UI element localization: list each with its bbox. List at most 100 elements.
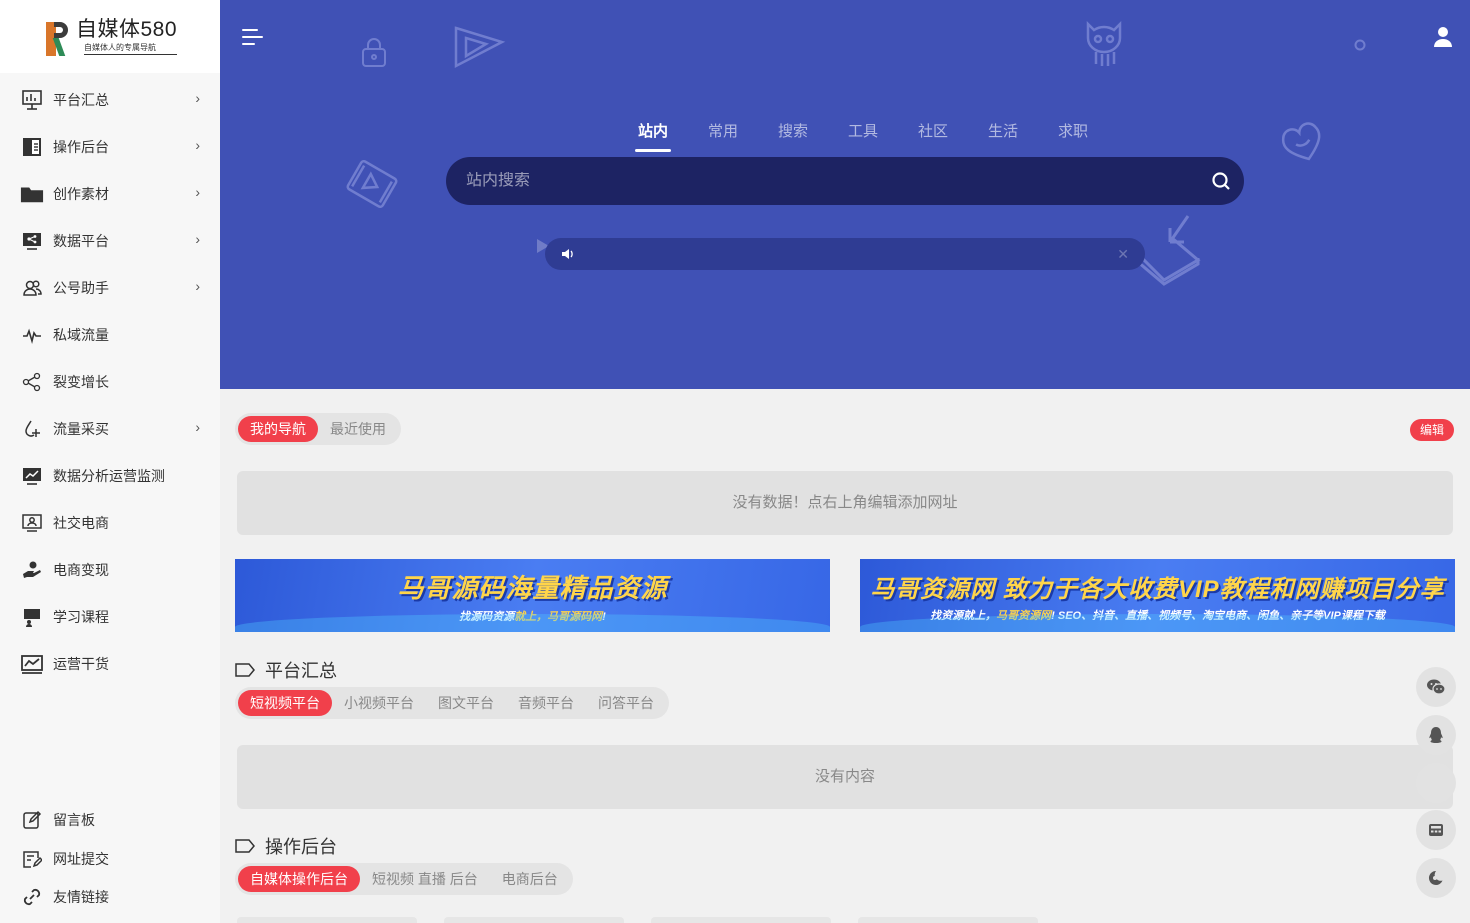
sidebar-item-viral-growth[interactable]: 裂变增长 [0, 358, 220, 405]
sidebar-item-submit-url[interactable]: 网址提交 [0, 840, 220, 879]
sidebar-item-admin[interactable]: 操作后台 › [0, 123, 220, 170]
sidebar-item-data-platform[interactable]: 数据平台 › [0, 217, 220, 264]
monitor-user-icon [20, 511, 44, 535]
qq-icon[interactable] [1416, 715, 1456, 755]
logo-title: 自媒体580 [76, 18, 178, 41]
site-logo[interactable]: 自媒体580 自媒体人的专属导航 [0, 0, 220, 73]
film-deco-icon [346, 159, 398, 209]
site-card[interactable] [651, 917, 831, 923]
menu-toggle-icon[interactable] [242, 28, 264, 46]
section-platform-summary: 平台汇总 [235, 657, 337, 683]
sidebar-item-label: 学习课程 [53, 608, 109, 625]
circle-deco-icon [1354, 39, 1366, 51]
folder-icon [20, 182, 44, 206]
section-title-text: 平台汇总 [265, 661, 337, 681]
tab-recent[interactable]: 最近使用 [318, 416, 398, 442]
sidebar-item-ecommerce-monetize[interactable]: 电商变现 [0, 546, 220, 593]
tab-community[interactable]: 社区 [898, 120, 968, 152]
sidebar-item-wechat-helper[interactable]: 公号助手 › [0, 264, 220, 311]
sidebar-item-label: 创作素材 [53, 185, 109, 202]
edit-button[interactable]: 编辑 [1409, 419, 1454, 441]
calculator-icon[interactable] [1416, 810, 1456, 850]
pulse-icon [20, 323, 44, 347]
logo-mark-icon [44, 18, 70, 56]
section-admin-backend: 操作后台 [235, 833, 337, 859]
close-icon[interactable]: ✕ [1117, 246, 1129, 263]
sidebar-item-label: 友情链接 [53, 889, 109, 906]
tab-audio[interactable]: 音频平台 [506, 690, 586, 716]
link-icon [20, 885, 44, 909]
sidebar-item-friend-links[interactable]: 友情链接 [0, 878, 220, 917]
platform-summary-tabs: 短视频平台 小视频平台 图文平台 音频平台 问答平台 [235, 687, 669, 719]
search-icon[interactable] [1198, 158, 1244, 204]
tab-mini-video[interactable]: 小视频平台 [332, 690, 426, 716]
tab-life[interactable]: 生活 [968, 120, 1038, 152]
ad-banner-resources[interactable]: 马哥资源网 致力于各大收费VIP教程和网赚项目分享 找资源就上，马哥资源网! S… [860, 559, 1455, 632]
tab-common[interactable]: 常用 [688, 120, 758, 152]
form-icon [20, 847, 44, 871]
banner-title: 马哥源码海量精品资源 [397, 572, 668, 603]
site-card[interactable] [858, 917, 1038, 923]
chevron-right-icon: › [195, 184, 200, 200]
search-category-tabs: 站内 常用 搜索 工具 社区 生活 求职 [618, 120, 1108, 152]
chevron-right-icon: › [195, 419, 200, 435]
chevron-right-icon: › [195, 137, 200, 153]
edit-icon [20, 808, 44, 832]
tab-my-nav[interactable]: 我的导航 [238, 416, 318, 442]
sidebar-item-social-ecommerce[interactable]: 社交电商 [0, 499, 220, 546]
tab-short-video[interactable]: 短视频平台 [238, 690, 332, 716]
book-icon [20, 135, 44, 159]
tab-media-backend[interactable]: 自媒体操作后台 [238, 866, 360, 892]
ad-banner-source-code[interactable]: 马哥源码海量精品资源 找源码资源就上，马哥源码网! [235, 559, 830, 632]
chevron-right-icon: › [195, 231, 200, 247]
user-icon[interactable] [1432, 25, 1454, 49]
tab-tools[interactable]: 工具 [828, 120, 898, 152]
tab-article[interactable]: 图文平台 [426, 690, 506, 716]
tab-jobs[interactable]: 求职 [1038, 120, 1108, 152]
sidebar-item-label: 网址提交 [53, 850, 109, 867]
scroll-top-icon[interactable] [1416, 763, 1456, 803]
tag-icon [235, 663, 255, 677]
sidebar-item-traffic-buy[interactable]: 流量采买 › [0, 405, 220, 452]
site-card[interactable] [444, 917, 624, 923]
notice-bar: ✕ [545, 238, 1145, 270]
sidebar-item-platform-summary[interactable]: 平台汇总 › [0, 76, 220, 123]
sidebar-item-guestbook[interactable]: 留言板 [0, 801, 220, 840]
line-chart-icon [20, 464, 44, 488]
sidebar-item-courses[interactable]: 学习课程 [0, 593, 220, 640]
search-input[interactable] [446, 172, 1198, 190]
sidebar-item-label: 操作后台 [53, 138, 109, 155]
sidebar-item-private-traffic[interactable]: 私域流量 [0, 311, 220, 358]
sidebar-bottom-menu: 留言板 网址提交 友情链接 [0, 801, 220, 917]
speaker-icon [562, 249, 573, 259]
tab-live-backend[interactable]: 短视频 直播 后台 [360, 866, 490, 892]
chevron-right-icon: › [195, 278, 200, 294]
github-cat-deco-icon [1086, 20, 1122, 66]
lock-deco-icon [362, 38, 386, 67]
platform-summary-empty-message: 没有内容 [237, 745, 1453, 809]
sidebar-item-data-analysis[interactable]: 数据分析运营监测 [0, 452, 220, 499]
drop-plus-icon [20, 417, 44, 441]
main-content: 我的导航 最近使用 编辑 没有数据！点右上角编辑添加网址 马哥源码海量精品资源 … [220, 389, 1470, 923]
tag-icon [235, 839, 255, 853]
theme-toggle-icon[interactable] [1416, 858, 1456, 898]
chevron-right-icon: › [195, 90, 200, 106]
tab-qa[interactable]: 问答平台 [586, 690, 666, 716]
users-icon [20, 276, 44, 300]
wechat-icon[interactable] [1416, 667, 1456, 707]
logo-subtitle: 自媒体人的专属导航 [84, 42, 178, 55]
sidebar-item-operation-tips[interactable]: 运营干货 [0, 640, 220, 687]
sidebar-item-label: 裂变增长 [53, 373, 109, 390]
tab-site[interactable]: 站内 [618, 120, 688, 152]
hero-search-section: 站内 常用 搜索 工具 社区 生活 求职 ✕ [220, 0, 1470, 389]
tab-search[interactable]: 搜索 [758, 120, 828, 152]
sidebar-item-label: 数据分析运营监测 [53, 467, 165, 484]
sidebar-item-materials[interactable]: 创作素材 › [0, 170, 220, 217]
chart-board-icon [20, 88, 44, 112]
play-triangle-deco-icon [454, 26, 506, 69]
sidebar-item-label: 私域流量 [53, 326, 109, 343]
my-nav-empty-message: 没有数据！点右上角编辑添加网址 [237, 471, 1453, 535]
sidebar: 自媒体580 自媒体人的专属导航 平台汇总 › 操作后台 › 创作素材 › 数据… [0, 0, 220, 923]
tab-ecommerce-backend[interactable]: 电商后台 [490, 866, 570, 892]
site-card[interactable] [237, 917, 417, 923]
